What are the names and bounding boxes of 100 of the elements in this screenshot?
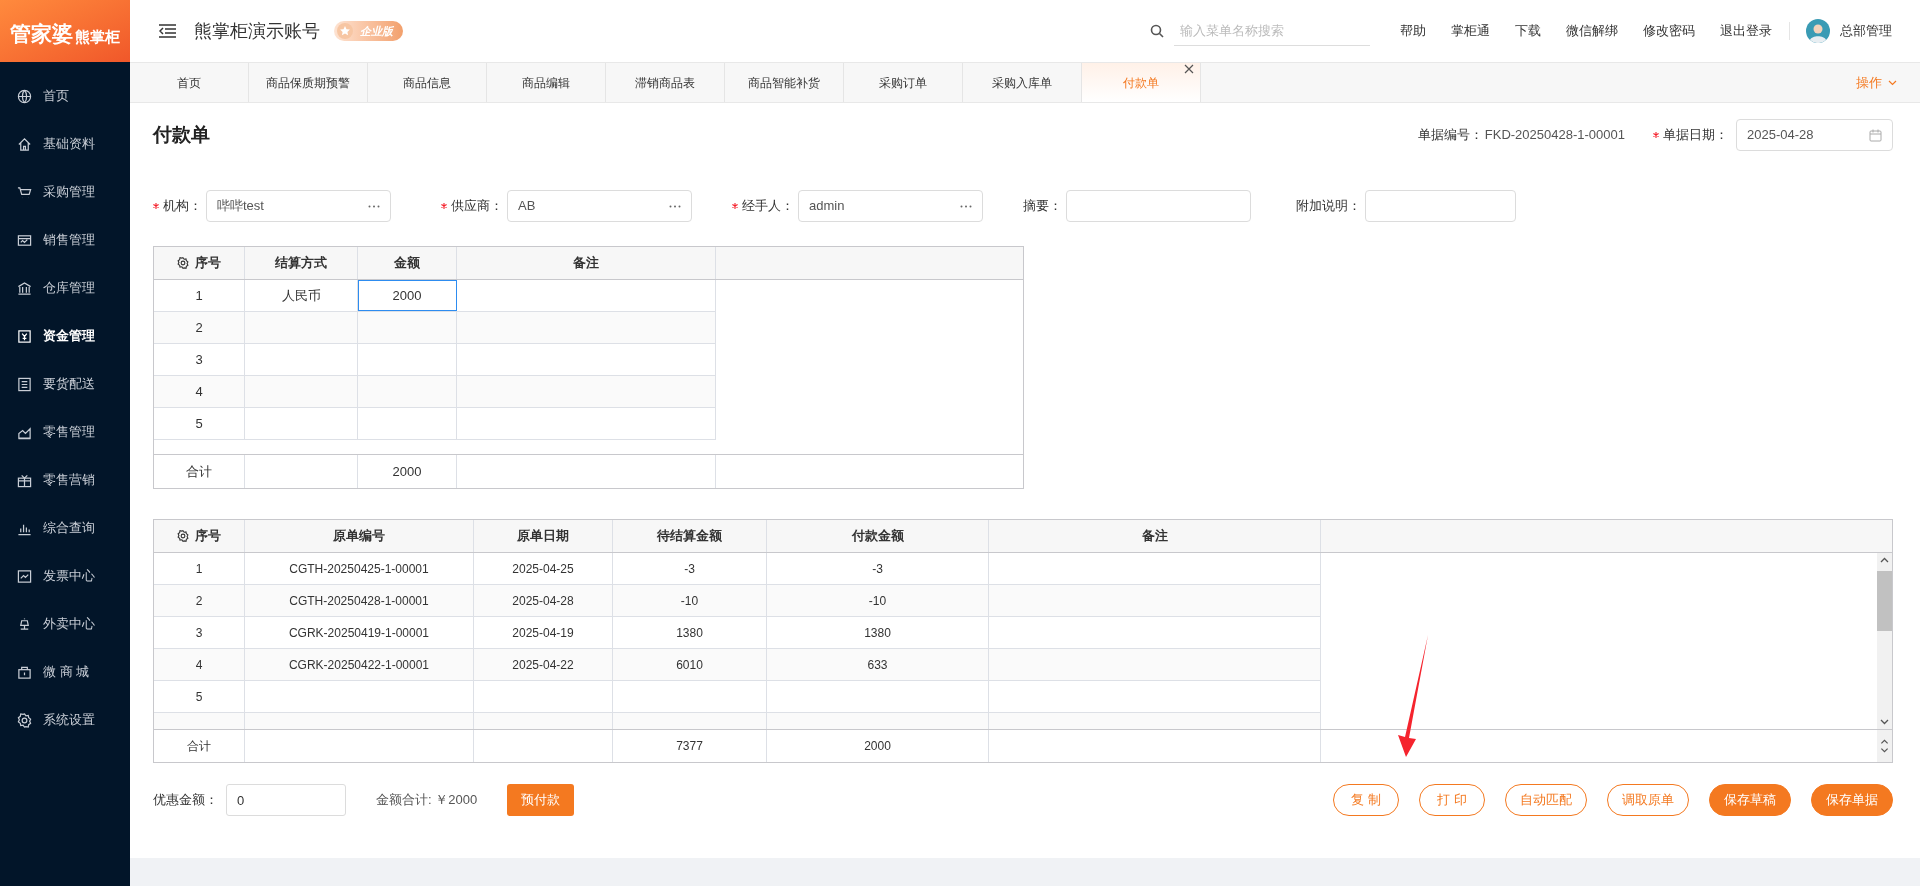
- table-cell: 2025-04-28: [474, 585, 613, 616]
- more-icon[interactable]: [960, 204, 972, 208]
- sidebar-item[interactable]: 综合查询: [0, 504, 130, 552]
- table-cell: 2000: [767, 730, 989, 762]
- table-cell: 3: [154, 344, 245, 375]
- sidebar-item[interactable]: 发票中心: [0, 552, 130, 600]
- input-field[interactable]: [1066, 190, 1251, 222]
- tab[interactable]: 滞销商品表: [606, 63, 725, 102]
- table-cell: 633: [767, 649, 989, 680]
- table-cell: CGTH-20250425-1-00001: [245, 553, 474, 584]
- sidebar-item[interactable]: 首页: [0, 72, 130, 120]
- home-icon: [17, 136, 32, 152]
- table-cell: 5: [154, 681, 245, 712]
- table-cell: 1380: [613, 617, 767, 648]
- tab[interactable]: 采购订单: [844, 63, 963, 102]
- scroll-down-icon[interactable]: [1880, 746, 1889, 754]
- logo-text: 熊掌柜: [75, 29, 120, 44]
- tab[interactable]: 首页: [130, 63, 249, 102]
- table-cell: 2025-04-22: [474, 649, 613, 680]
- area-chart-icon: [17, 424, 32, 440]
- tab[interactable]: 商品信息: [368, 63, 487, 102]
- table-cell: 6010: [613, 649, 767, 680]
- avatar-icon[interactable]: [1806, 19, 1830, 43]
- table-cell: -3: [767, 553, 989, 584]
- column-header: 原单编号: [245, 520, 474, 552]
- table-cell: CGRK-20250422-1-00001: [245, 649, 474, 680]
- discount-label: 优惠金额：: [153, 791, 218, 810]
- tab[interactable]: 商品保质期预警: [249, 63, 368, 102]
- sidebar-item[interactable]: 销售管理: [0, 216, 130, 264]
- list-icon: [17, 376, 32, 392]
- sidebar-item[interactable]: 系统设置: [0, 696, 130, 744]
- sidebar-item[interactable]: 仓库管理: [0, 264, 130, 312]
- scroll-down-icon[interactable]: [1880, 717, 1889, 726]
- discount-field[interactable]: 0: [226, 784, 346, 816]
- header-link[interactable]: 下载: [1515, 21, 1541, 41]
- line-chart-icon: [17, 568, 32, 584]
- doc-number-label: 单据编号：: [1417, 126, 1483, 145]
- scrollbar[interactable]: [1877, 553, 1892, 729]
- table-cell: 1: [154, 280, 245, 311]
- table-cell: 7377: [613, 730, 767, 762]
- input-field[interactable]: 哔哔test: [206, 190, 391, 222]
- sidebar-item[interactable]: 采购管理: [0, 168, 130, 216]
- scroll-up-icon[interactable]: [1880, 738, 1889, 746]
- input-field[interactable]: [1365, 190, 1516, 222]
- gear-icon[interactable]: [177, 530, 189, 542]
- bank-icon: [17, 280, 32, 296]
- sidebar-item[interactable]: 外卖中心: [0, 600, 130, 648]
- lamp-icon: [17, 616, 32, 632]
- input-field[interactable]: admin: [798, 190, 983, 222]
- field-label: 供应商：: [451, 197, 503, 216]
- input-field[interactable]: AB: [507, 190, 692, 222]
- sidebar-item[interactable]: 要货配送: [0, 360, 130, 408]
- close-icon[interactable]: [1184, 64, 1194, 74]
- user-name[interactable]: 总部管理: [1840, 21, 1892, 41]
- column-header: 待结算金额: [613, 520, 767, 552]
- table-cell: 1: [154, 553, 245, 584]
- scroll-up-icon[interactable]: [1880, 556, 1889, 565]
- table-cell: -10: [613, 585, 767, 616]
- table-cell: 3: [154, 617, 245, 648]
- caret-icon: [1888, 79, 1897, 86]
- total-label: 合计: [154, 730, 245, 762]
- gear-icon[interactable]: [177, 257, 189, 269]
- table-cell: 人民币: [245, 280, 358, 311]
- chart-card-icon: [17, 232, 32, 248]
- table-cell: 2: [154, 585, 245, 616]
- calendar-icon: [1869, 128, 1882, 142]
- sidebar-item[interactable]: 零售营销: [0, 456, 130, 504]
- shop-bag-icon: [17, 664, 32, 680]
- header-link[interactable]: 微信解绑: [1566, 21, 1618, 41]
- column-header: 序号: [195, 254, 221, 273]
- date-label: 单据日期：: [1663, 126, 1728, 145]
- scrollbar[interactable]: [1877, 730, 1892, 762]
- sidebar-item[interactable]: 微 商 城: [0, 648, 130, 696]
- column-header: 备注: [989, 520, 1321, 552]
- sidebar-item[interactable]: 资金管理: [0, 312, 130, 360]
- column-header: 备注: [457, 247, 716, 279]
- sidebar-item[interactable]: 基础资料: [0, 120, 130, 168]
- menu-search-field[interactable]: 输入菜单名称搜索: [1174, 16, 1370, 46]
- scrollbar-thumb[interactable]: [1877, 571, 1892, 631]
- more-icon[interactable]: [669, 204, 681, 208]
- header-link[interactable]: 掌柜通: [1451, 21, 1490, 41]
- globe-icon: [17, 88, 32, 104]
- table-cell: 2025-04-19: [474, 617, 613, 648]
- table-cell: -3: [613, 553, 767, 584]
- amount-cell[interactable]: 2000: [358, 280, 457, 311]
- search-icon: [1150, 24, 1164, 38]
- header-link[interactable]: 帮助: [1400, 21, 1426, 41]
- column-header: 金额: [358, 247, 457, 279]
- tab[interactable]: 商品智能补货: [725, 63, 844, 102]
- menu-icon[interactable]: [159, 24, 176, 38]
- table-cell: -10: [767, 585, 989, 616]
- header-link[interactable]: 修改密码: [1643, 21, 1695, 41]
- sidebar-item[interactable]: 零售管理: [0, 408, 130, 456]
- field-label: 机构：: [163, 197, 202, 216]
- tab[interactable]: 商品编辑: [487, 63, 606, 102]
- header-link[interactable]: 退出登录: [1720, 21, 1772, 41]
- table-cell: 5: [154, 408, 245, 439]
- more-icon[interactable]: [368, 204, 380, 208]
- column-header: 原单日期: [474, 520, 613, 552]
- date-field[interactable]: 2025-04-28: [1736, 119, 1893, 151]
